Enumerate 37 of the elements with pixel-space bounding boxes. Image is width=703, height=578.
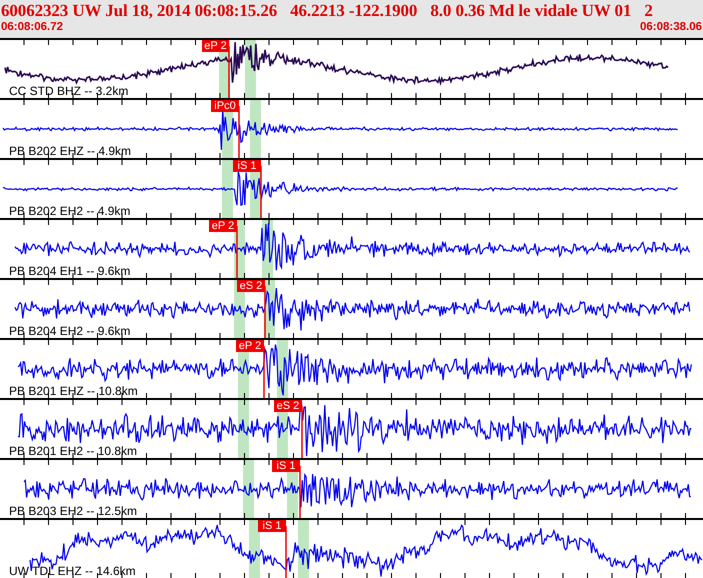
pick-label[interactable]: iS 1 [233,160,261,172]
event-details: 8.0 0.36 Md le vidale UW 01 [430,0,632,21]
pick-line [301,406,303,458]
event-location: 46.2213 -122.1900 [290,0,418,21]
station-label: PB B201 EHZ -- 10.8km [9,385,138,398]
pick-line [299,466,301,518]
station-label: PB B203 EH2 -- 12.5km [9,505,138,518]
pick-line [228,46,230,98]
pick-line [238,106,240,158]
pick-label[interactable]: eP 2 [209,220,237,232]
station-label: PB B204 EH2 -- 9.6km [9,325,130,338]
pick-line [264,286,266,338]
station-label: PB B202 EH2 -- 4.9km [9,205,130,218]
pick-label[interactable]: eS 2 [237,280,265,292]
station-label: UW TDL EHZ -- 14.6km [9,565,136,578]
pick-line [260,166,262,218]
pick-line [285,526,287,578]
phase-window [222,160,233,218]
event-title: 60062323 UW Jul 18, 2014 06:08:15.26 [1,0,278,21]
pick-label[interactable]: eP 2 [236,340,264,352]
pick-label[interactable]: eP 2 [202,40,229,52]
event-extra: 2 [644,0,653,21]
start-time: 06:08:06.72 [1,21,64,35]
phase-window [243,460,254,518]
pick-label[interactable]: iS 1 [258,520,286,532]
station-label: PB B204 EH1 -- 9.6km [9,265,130,278]
pick-label[interactable]: eS 2 [274,400,302,412]
phase-window [250,100,261,158]
end-time: 06:08:38.06 [640,21,702,35]
phase-window [238,400,249,458]
station-label: PB B201 EH2 -- 10.8km [9,445,138,458]
pick-line [236,226,238,278]
pick-line [263,346,265,398]
pick-label[interactable]: iPc0 [211,100,239,112]
station-label: CC STD BHZ -- 3.2km [9,85,128,98]
station-label: PB B202 EHZ -- 4.9km [9,145,132,158]
pick-label[interactable]: iS 1 [272,460,300,472]
